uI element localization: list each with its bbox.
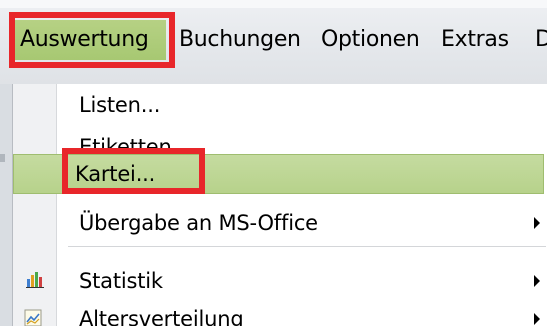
submenu-arrow-icon xyxy=(534,313,540,325)
menu-extras[interactable]: Extras xyxy=(441,20,509,60)
menu-item-altersverteilung[interactable]: Altersverteilung xyxy=(13,298,547,326)
screenshot: Auswertung Buchungen Optionen Extras D L… xyxy=(0,0,547,326)
menu-item-statistik[interactable]: Statistik xyxy=(13,260,547,302)
auswertung-dropdown-menu: Listen... Etiketten... Kartei... Übergab… xyxy=(12,84,547,326)
edge-marker xyxy=(0,154,5,162)
menu-item-label: Statistik xyxy=(79,269,163,293)
submenu-arrow-icon xyxy=(534,217,540,229)
window-left-edge xyxy=(0,84,12,326)
menubar-top-strip xyxy=(0,0,547,8)
menu-item-label: Übergabe an MS-Office xyxy=(79,211,318,235)
bar-chart-icon xyxy=(26,272,44,288)
menu-buchungen[interactable]: Buchungen xyxy=(179,20,301,60)
age-chart-icon xyxy=(24,309,42,326)
menu-separator xyxy=(68,246,546,247)
menu-optionen[interactable]: Optionen xyxy=(321,20,420,60)
submenu-arrow-icon xyxy=(534,275,540,287)
menu-item-uebergabe-ms-office[interactable]: Übergabe an MS-Office xyxy=(13,202,547,244)
menu-next-truncated[interactable]: D xyxy=(535,20,547,60)
menu-item-label: Listen... xyxy=(79,93,161,117)
menu-item-label: Altersverteilung xyxy=(79,307,244,326)
menu-bar: Auswertung Buchungen Optionen Extras D xyxy=(0,0,547,84)
menu-item-kartei[interactable]: Kartei... xyxy=(13,154,544,194)
menu-item-label: Kartei... xyxy=(75,162,156,186)
menu-item-listen[interactable]: Listen... xyxy=(13,84,547,126)
menu-auswertung[interactable]: Auswertung xyxy=(13,20,166,60)
